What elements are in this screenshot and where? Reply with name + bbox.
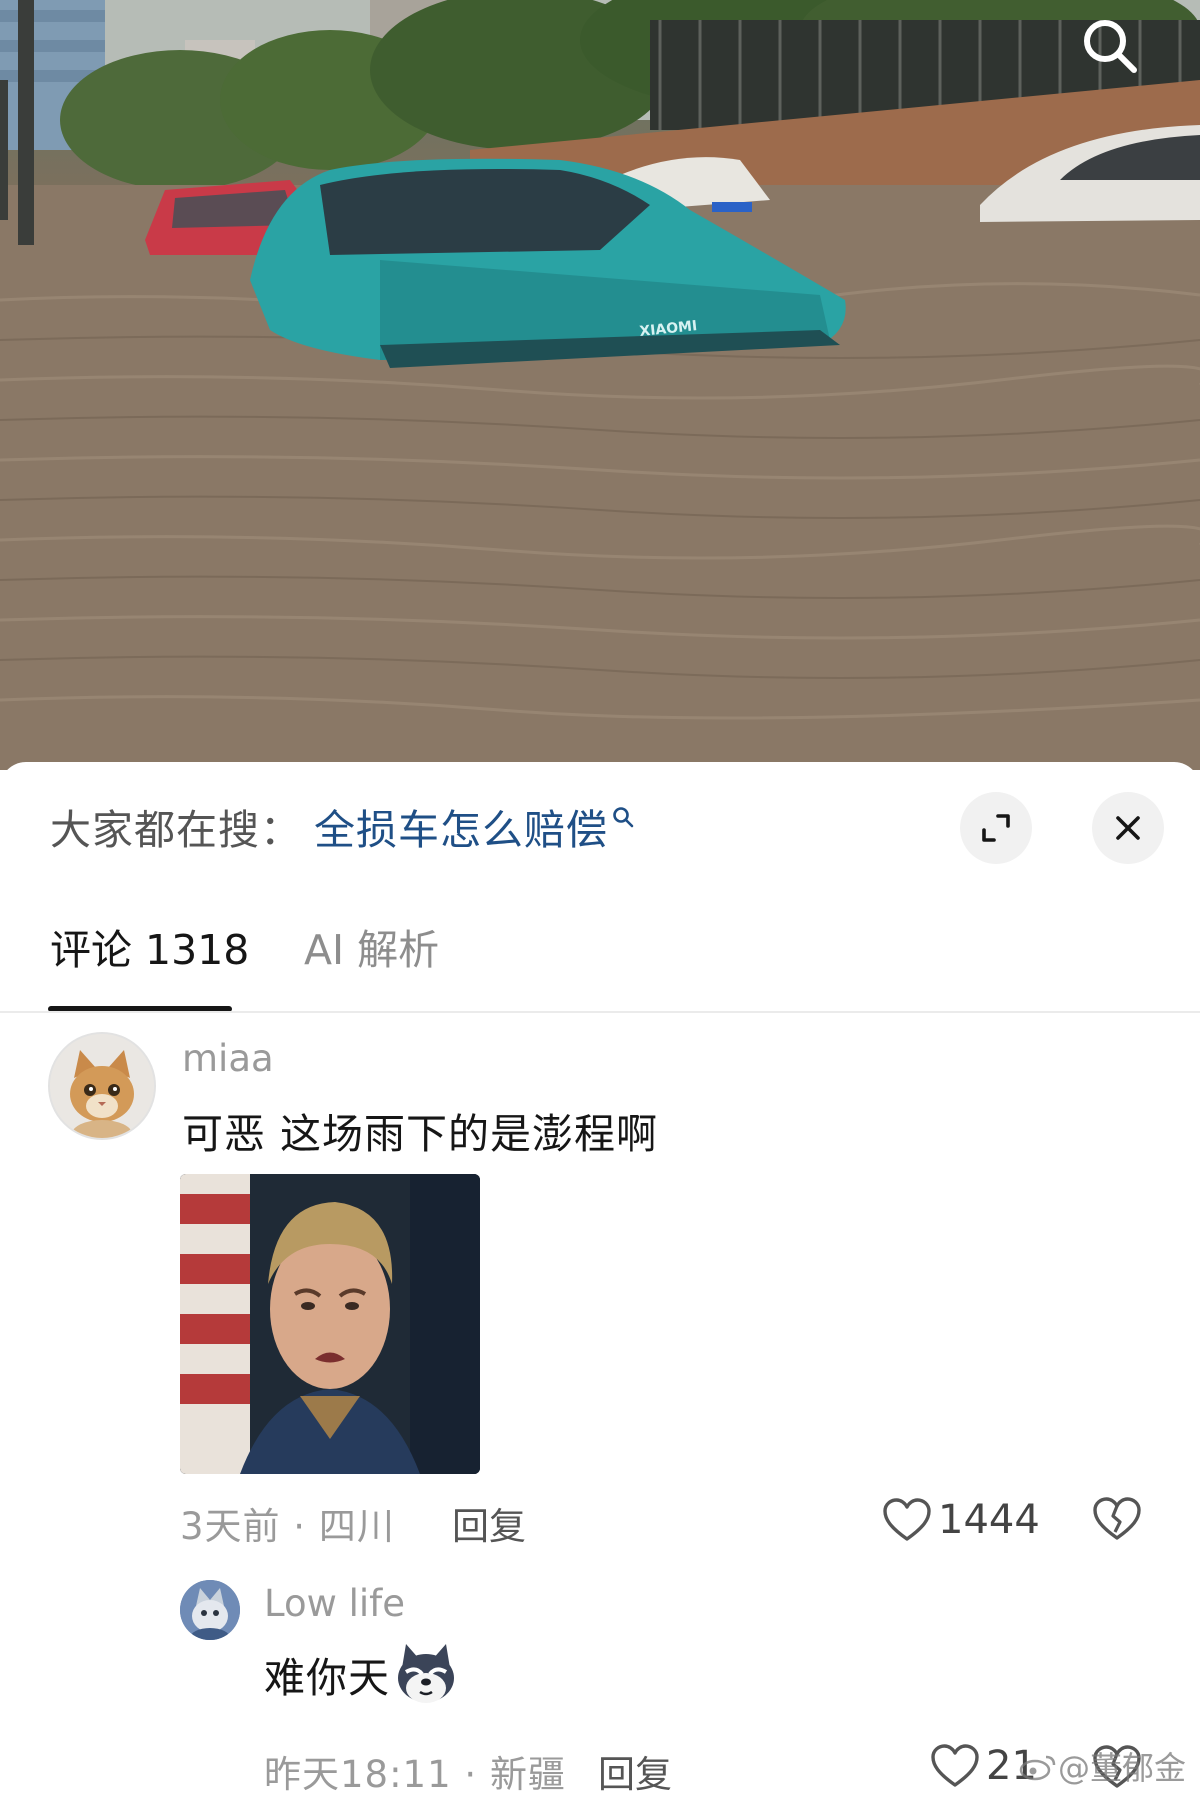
dislike-button[interactable] — [1092, 1496, 1142, 1546]
like-count: 1444 — [938, 1497, 1040, 1543]
comment-location: 新疆 — [489, 1753, 566, 1796]
suggestion-query-link[interactable]: 全损车怎么赔偿 — [314, 796, 608, 856]
comment-time: 3天前 — [180, 1505, 281, 1548]
man-crying-meme — [180, 1174, 480, 1474]
husky-emoji — [398, 1644, 454, 1703]
close-button[interactable] — [1092, 792, 1164, 864]
comment-time: 昨天18:11 — [264, 1753, 452, 1796]
weibo-logo-icon — [1019, 1755, 1056, 1781]
cat-avatar — [50, 1034, 154, 1138]
tab-comments[interactable]: 评论 1318 — [50, 902, 249, 998]
comment-username[interactable]: Low life — [264, 1582, 405, 1625]
comment-location: 四川 — [318, 1505, 395, 1548]
heart-icon — [883, 1498, 931, 1541]
broken-heart-icon — [1093, 1497, 1141, 1540]
watermark-text: @董郁金 — [1057, 1749, 1186, 1787]
flood-scene: XIAOMI — [0, 0, 1200, 770]
like-button[interactable]: 1444 — [882, 1492, 1040, 1548]
expand-button[interactable] — [960, 792, 1032, 864]
comment-tabs: 评论 1318 AI 解析 — [0, 902, 1200, 1002]
close-icon — [1116, 816, 1140, 840]
reply-button[interactable]: 回复 — [598, 1744, 672, 1798]
comment-text: 难你天 — [264, 1642, 460, 1706]
comment-username[interactable]: miaa — [182, 1037, 274, 1080]
reply-button[interactable]: 回复 — [452, 1496, 526, 1550]
search-icon — [1084, 20, 1137, 73]
video-frame[interactable]: XIAOMI — [0, 0, 1200, 770]
search-suggestion[interactable]: 大家都在搜： 全损车怎么赔偿 — [50, 798, 634, 854]
comment-meta: 昨天18:11 · 新疆 — [264, 1744, 566, 1798]
heart-icon — [931, 1744, 979, 1787]
comment-image[interactable] — [180, 1174, 480, 1474]
avatar[interactable] — [180, 1580, 240, 1640]
suggestion-prefix: 大家都在搜： — [50, 806, 302, 854]
tab-ai-analysis[interactable]: AI 解析 — [304, 902, 439, 998]
comment-text: 可恶 这场雨下的是澎程啊 — [182, 1110, 659, 1158]
comment-sheet: 大家都在搜： 全损车怎么赔偿 评论 1318 AI 解析 miaa 可恶 这场雨… — [0, 762, 1200, 1799]
expand-icon — [982, 814, 1010, 842]
search-icon — [613, 807, 634, 828]
watermark: @董郁金 — [1018, 1743, 1186, 1789]
avatar[interactable] — [48, 1032, 156, 1140]
cat-avatar-small — [180, 1580, 240, 1640]
video-search-button[interactable] — [1078, 14, 1150, 86]
tabs-divider — [0, 1011, 1200, 1013]
meta-separator: · — [451, 1753, 490, 1796]
comment-text-content: 难你天 — [264, 1654, 390, 1702]
comment-meta: 3天前 · 四川 — [180, 1496, 395, 1550]
meta-separator: · — [280, 1505, 319, 1548]
